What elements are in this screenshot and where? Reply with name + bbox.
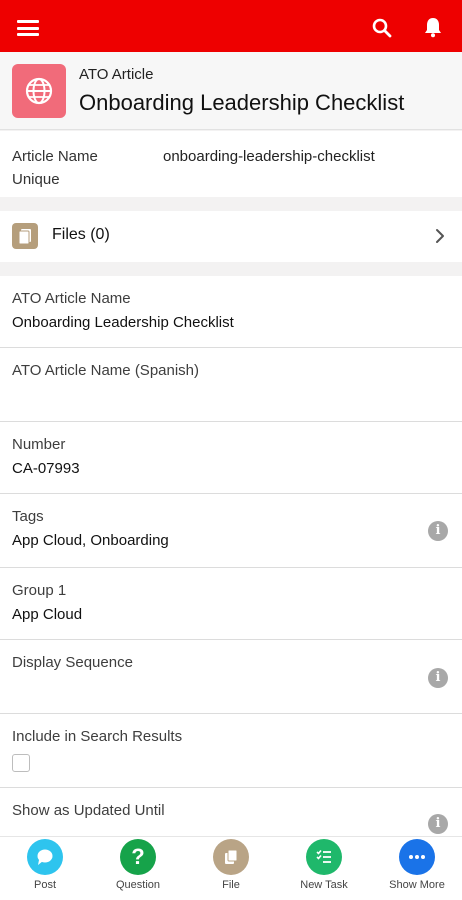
- question-action-button[interactable]: ? Question: [93, 837, 183, 900]
- field-value: App Cloud: [12, 606, 83, 623]
- chevron-right-icon[interactable]: [432, 228, 448, 244]
- action-label: Show More: [389, 879, 445, 891]
- field-ato-article-name: ATO Article Name Onboarding Leadership C…: [0, 276, 462, 348]
- post-action-button[interactable]: Post: [0, 837, 90, 900]
- chat-bubble-icon: [27, 839, 63, 875]
- field-include-in-search-results: Include in Search Results: [0, 714, 462, 788]
- question-mark-icon: ?: [120, 839, 156, 875]
- field-label: ATO Article Name (Spanish): [12, 362, 200, 379]
- show-more-action-button[interactable]: Show More: [372, 837, 462, 900]
- file-action-button[interactable]: File: [186, 837, 276, 900]
- field-display-sequence: Display Sequence i: [0, 640, 462, 714]
- top-navigation-bar: [0, 0, 462, 52]
- field-number: Number CA-07993: [0, 422, 462, 494]
- record-title: Onboarding Leadership Checklist: [79, 90, 405, 115]
- action-label: File: [222, 879, 240, 891]
- field-label: ATO Article Name: [12, 290, 131, 307]
- field-label: Show as Updated Until: [12, 802, 165, 819]
- field-label: Group 1: [12, 582, 67, 599]
- field-value: Onboarding Leadership Checklist: [12, 314, 234, 331]
- info-icon[interactable]: i: [428, 814, 448, 834]
- field-label: Article Name Unique: [12, 148, 98, 188]
- hamburger-icon[interactable]: [17, 20, 39, 36]
- action-bar: Post ? Question File New Task Show More: [0, 836, 462, 900]
- search-icon[interactable]: [372, 18, 392, 38]
- action-label: Post: [33, 879, 56, 891]
- new-task-action-button[interactable]: New Task: [279, 837, 369, 900]
- action-label: Question: [115, 879, 161, 891]
- article-name-unique-field: Article Name Unique onboarding-leadershi…: [0, 131, 462, 197]
- field-tags: Tags App Cloud, Onboarding i: [0, 494, 462, 568]
- field-group-1: Group 1 App Cloud: [0, 568, 462, 640]
- field-show-as-updated-until: Show as Updated Until i: [0, 788, 462, 836]
- task-list-icon: [306, 839, 342, 875]
- bell-icon[interactable]: [422, 16, 444, 38]
- info-icon[interactable]: i: [428, 668, 448, 688]
- include-in-search-checkbox[interactable]: [12, 754, 30, 772]
- field-ato-article-name-spanish: ATO Article Name (Spanish): [0, 348, 462, 422]
- detail-fields: ATO Article Name Onboarding Leadership C…: [0, 276, 462, 836]
- info-icon[interactable]: i: [428, 521, 448, 541]
- field-value: CA-07993: [12, 460, 80, 477]
- files-icon: [12, 223, 38, 249]
- field-label: Include in Search Results: [12, 728, 183, 745]
- field-label: Number: [12, 436, 66, 453]
- files-label: Files (0): [52, 226, 110, 243]
- file-upload-icon: [213, 839, 249, 875]
- field-label: Display Sequence: [12, 654, 133, 671]
- record-object-type: ATO Article: [79, 66, 154, 83]
- record-header: ATO Article Onboarding Leadership Checkl…: [0, 52, 462, 130]
- field-value: App Cloud, Onboarding: [12, 532, 169, 549]
- files-related-list[interactable]: Files (0): [0, 211, 462, 262]
- ellipsis-icon: [399, 839, 435, 875]
- field-label: Tags: [12, 508, 44, 525]
- globe-icon: [12, 64, 66, 118]
- field-value: onboarding-leadership-checklist: [163, 148, 375, 165]
- action-label: New Task: [300, 879, 348, 891]
